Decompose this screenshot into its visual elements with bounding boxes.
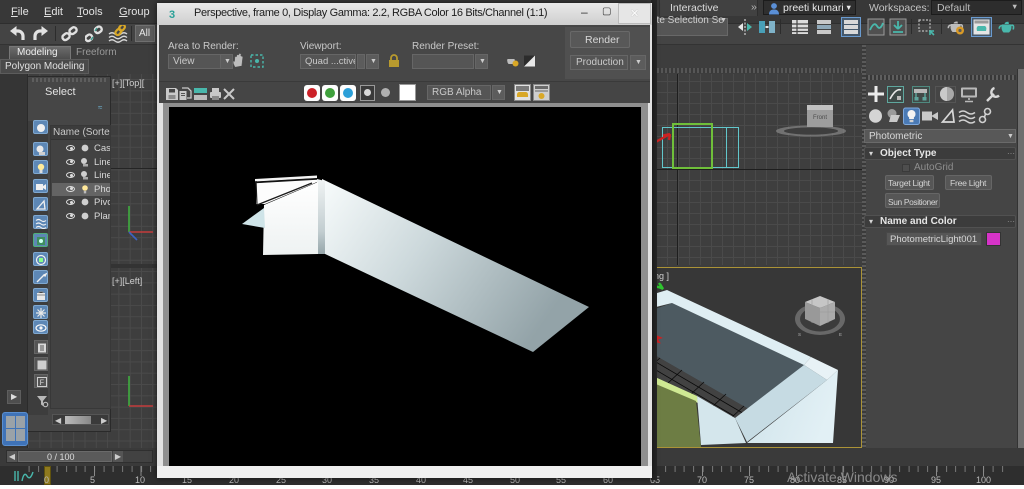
svg-text:F: F (40, 379, 45, 388)
svg-text:3: 3 (169, 9, 175, 20)
svg-text:E: E (839, 332, 842, 337)
svg-text:Front: Front (813, 115, 827, 121)
svg-text:S: S (798, 332, 801, 337)
